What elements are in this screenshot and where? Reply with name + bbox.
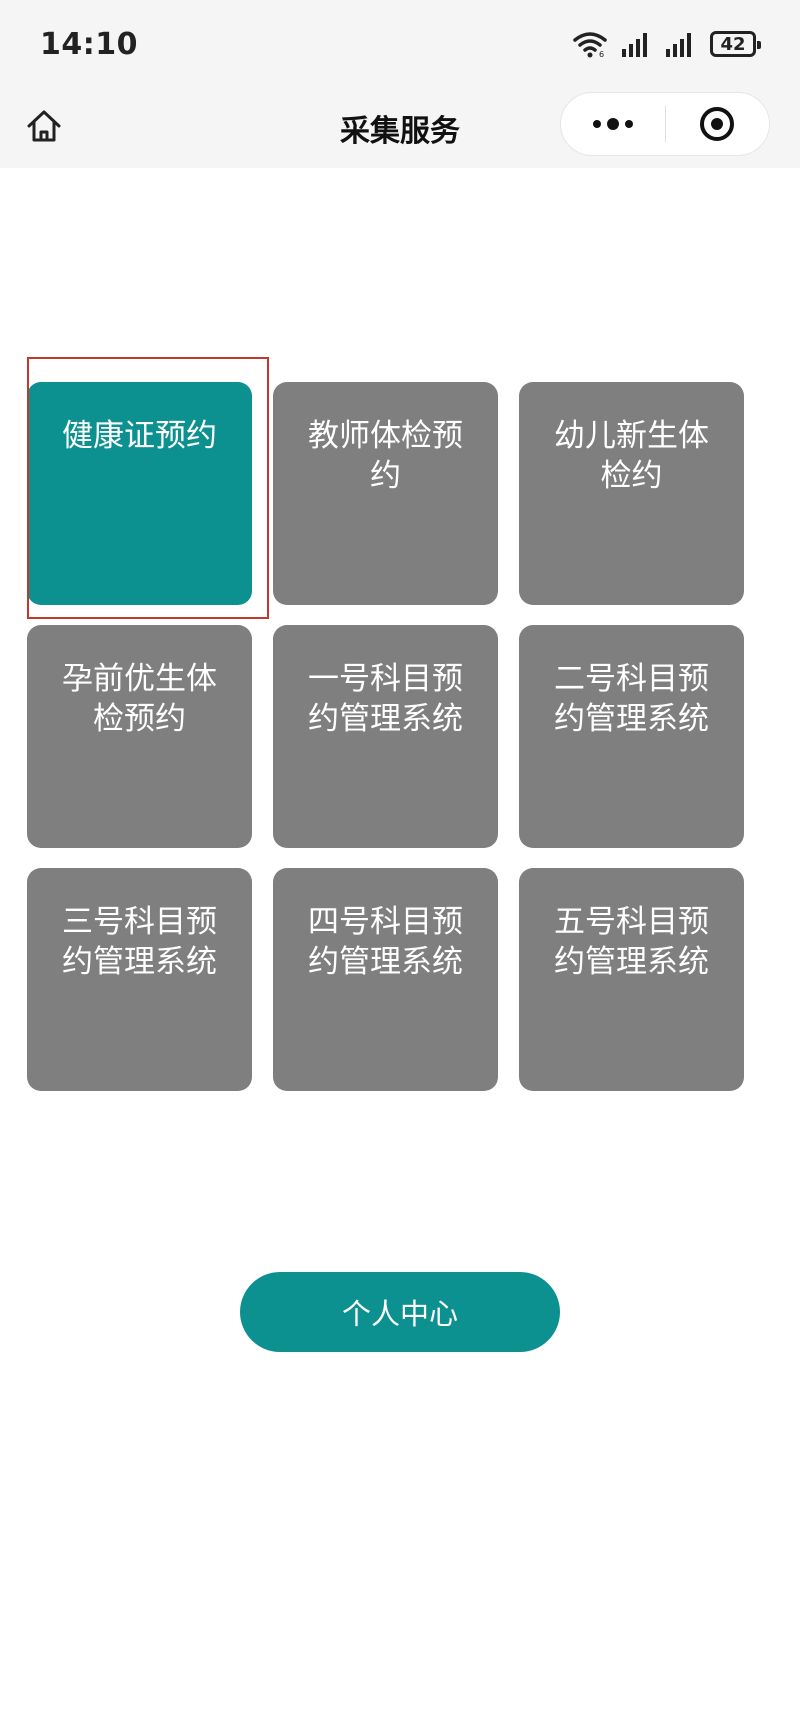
service-tile-label: 健康证预约 (62, 418, 217, 454)
svg-text:6: 6 (599, 50, 604, 58)
battery-icon: 42 (710, 31, 761, 57)
status-icons: 6 42 (572, 30, 761, 58)
service-tile-label: 孕前优生体检预约 (62, 661, 217, 737)
service-tile-label: 二号科目预约管理系统 (554, 661, 709, 737)
service-tile-subject-two[interactable]: 二号科目预约管理系统 (519, 625, 744, 848)
wifi-icon: 6 (572, 30, 608, 58)
status-bar: 14:10 6 42 (0, 0, 800, 90)
service-tile-subject-one[interactable]: 一号科目预约管理系统 (273, 625, 498, 848)
signal-icon (666, 31, 696, 57)
signal-icon (622, 31, 652, 57)
service-grid: 健康证预约 教师体检预约 幼儿新生体检约 孕前优生体检预约 一号科目预约管理系统… (27, 382, 773, 1091)
mini-program-capsule (560, 92, 770, 156)
service-tile-health-certificate[interactable]: 健康证预约 (27, 382, 252, 605)
target-close-icon (698, 105, 736, 143)
app-screen: 14:10 6 42 采集服务 健康证预约 教师体检预约 幼儿新生体检约 孕前优… (0, 0, 800, 1725)
service-tile-label: 三号科目预约管理系统 (62, 904, 217, 980)
service-tile-subject-four[interactable]: 四号科目预约管理系统 (273, 868, 498, 1091)
service-tile-subject-three[interactable]: 三号科目预约管理系统 (27, 868, 252, 1091)
service-tile-child-checkup[interactable]: 幼儿新生体检约 (519, 382, 744, 605)
service-tile-label: 一号科目预约管理系统 (308, 661, 463, 737)
nav-bar: 采集服务 (0, 90, 800, 168)
service-tile-label: 五号科目预约管理系统 (554, 904, 709, 980)
close-button[interactable] (666, 93, 770, 155)
personal-center-button[interactable]: 个人中心 (240, 1272, 560, 1352)
service-tile-label: 幼儿新生体检约 (554, 418, 709, 494)
service-tile-label: 四号科目预约管理系统 (308, 904, 463, 980)
personal-center-label: 个人中心 (341, 1297, 458, 1331)
status-time: 14:10 (40, 27, 138, 62)
service-tile-label: 教师体检预约 (308, 418, 463, 494)
more-button[interactable] (561, 93, 665, 155)
service-tile-prepregnancy-checkup[interactable]: 孕前优生体检预约 (27, 625, 252, 848)
more-dots-icon (591, 118, 635, 130)
battery-level: 42 (720, 33, 746, 55)
service-tile-teacher-checkup[interactable]: 教师体检预约 (273, 382, 498, 605)
service-tile-subject-five[interactable]: 五号科目预约管理系统 (519, 868, 744, 1091)
